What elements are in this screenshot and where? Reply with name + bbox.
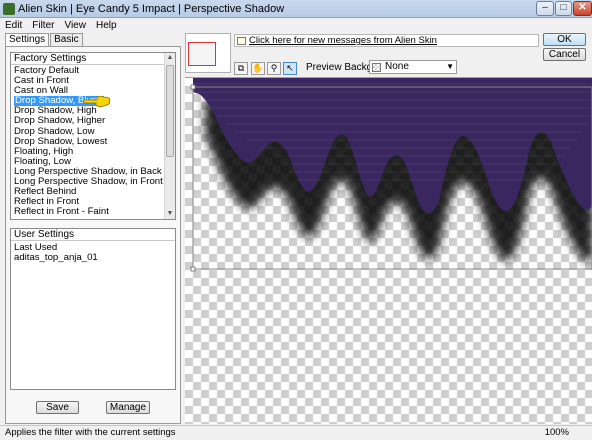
list-item[interactable]: Cast in Front bbox=[11, 76, 165, 86]
tab-settings[interactable]: Settings bbox=[5, 33, 50, 46]
chevron-down-icon: ▼ bbox=[446, 62, 454, 71]
news-link[interactable]: Click here for new messages from Alien S… bbox=[249, 35, 437, 46]
factory-settings-scrollbar[interactable]: ▲ ▼ bbox=[164, 53, 175, 219]
scroll-thumb[interactable] bbox=[166, 65, 174, 157]
status-text: Applies the filter with the current sett… bbox=[5, 427, 176, 438]
list-item[interactable]: Factory Default bbox=[11, 66, 165, 76]
transparency-swatch-icon bbox=[372, 62, 381, 72]
window-title: Alien Skin | Eye Candy 5 Impact | Perspe… bbox=[18, 2, 285, 15]
maximize-button[interactable]: □ bbox=[555, 1, 572, 16]
preview-background-value: None bbox=[385, 61, 409, 72]
selection-handle[interactable] bbox=[190, 84, 196, 90]
menu-bar: Edit Filter View Help bbox=[0, 18, 592, 32]
list-item[interactable]: Reflect in Front bbox=[11, 197, 165, 207]
toggle-preview-icon[interactable]: ⧉ bbox=[234, 62, 248, 75]
selection-tool-icon[interactable]: ↖ bbox=[283, 62, 297, 75]
list-item[interactable]: Long Perspective Shadow, in Back bbox=[11, 167, 165, 177]
list-item[interactable]: Long Perspective Shadow, in Front bbox=[11, 177, 165, 187]
menu-view[interactable]: View bbox=[59, 20, 91, 31]
preview-canvas[interactable] bbox=[185, 77, 592, 424]
menu-filter[interactable]: Filter bbox=[27, 20, 59, 31]
list-item[interactable]: Drop Shadow, Higher bbox=[11, 116, 165, 126]
message-icon bbox=[237, 36, 246, 45]
navigator-viewport[interactable] bbox=[188, 42, 216, 66]
factory-settings-box: Factory Settings Factory Default Cast in… bbox=[10, 52, 176, 220]
menu-help[interactable]: Help bbox=[91, 20, 122, 31]
menu-edit[interactable]: Edit bbox=[0, 20, 27, 31]
save-button[interactable]: Save bbox=[36, 401, 79, 414]
user-settings-header: User Settings bbox=[11, 229, 175, 241]
selection-handle[interactable] bbox=[190, 266, 196, 272]
user-settings-box: User Settings Last Used aditas_top_anja_… bbox=[10, 228, 176, 390]
list-item[interactable]: Last Used bbox=[11, 243, 175, 253]
close-button[interactable]: ✕ bbox=[573, 1, 592, 16]
zoom-level: 100% bbox=[544, 427, 569, 438]
zoom-tool-icon[interactable]: ⚲ bbox=[267, 62, 281, 75]
list-item[interactable]: aditas_top_anja_01 bbox=[11, 253, 175, 263]
hand-tool-icon[interactable]: ✋ bbox=[251, 62, 265, 75]
list-item[interactable]: Reflect Behind bbox=[11, 187, 165, 197]
factory-settings-list: Factory Default Cast in Front Cast on Wa… bbox=[11, 66, 165, 217]
scroll-up-icon[interactable]: ▲ bbox=[165, 53, 175, 63]
tab-basic[interactable]: Basic bbox=[50, 33, 83, 46]
list-item[interactable]: Floating, Low bbox=[11, 157, 165, 167]
pointing-hand-icon bbox=[83, 95, 111, 108]
app-icon bbox=[3, 2, 15, 15]
settings-tabs: Settings Basic bbox=[5, 33, 84, 46]
preview-image bbox=[190, 78, 592, 272]
manage-button[interactable]: Manage bbox=[106, 401, 150, 414]
list-item[interactable]: Floating, High bbox=[11, 147, 165, 157]
status-bar: Applies the filter with the current sett… bbox=[0, 425, 592, 440]
list-item[interactable]: Drop Shadow, Lowest bbox=[11, 137, 165, 147]
cancel-button[interactable]: Cancel bbox=[543, 48, 586, 61]
news-bar: Click here for new messages from Alien S… bbox=[234, 34, 539, 47]
title-bar: Alien Skin | Eye Candy 5 Impact | Perspe… bbox=[0, 0, 592, 18]
list-item[interactable]: Drop Shadow, Low bbox=[11, 127, 165, 137]
preview-background-select[interactable]: None ▼ bbox=[369, 60, 457, 74]
factory-settings-header: Factory Settings bbox=[11, 53, 175, 65]
navigator-thumbnail[interactable] bbox=[185, 33, 231, 73]
ok-button[interactable]: OK bbox=[543, 33, 586, 46]
list-item[interactable]: Reflect in Front - Faint bbox=[11, 207, 165, 217]
scroll-down-icon[interactable]: ▼ bbox=[165, 209, 175, 219]
user-settings-list: Last Used aditas_top_anja_01 bbox=[11, 241, 175, 263]
minimize-button[interactable]: – bbox=[536, 1, 554, 16]
